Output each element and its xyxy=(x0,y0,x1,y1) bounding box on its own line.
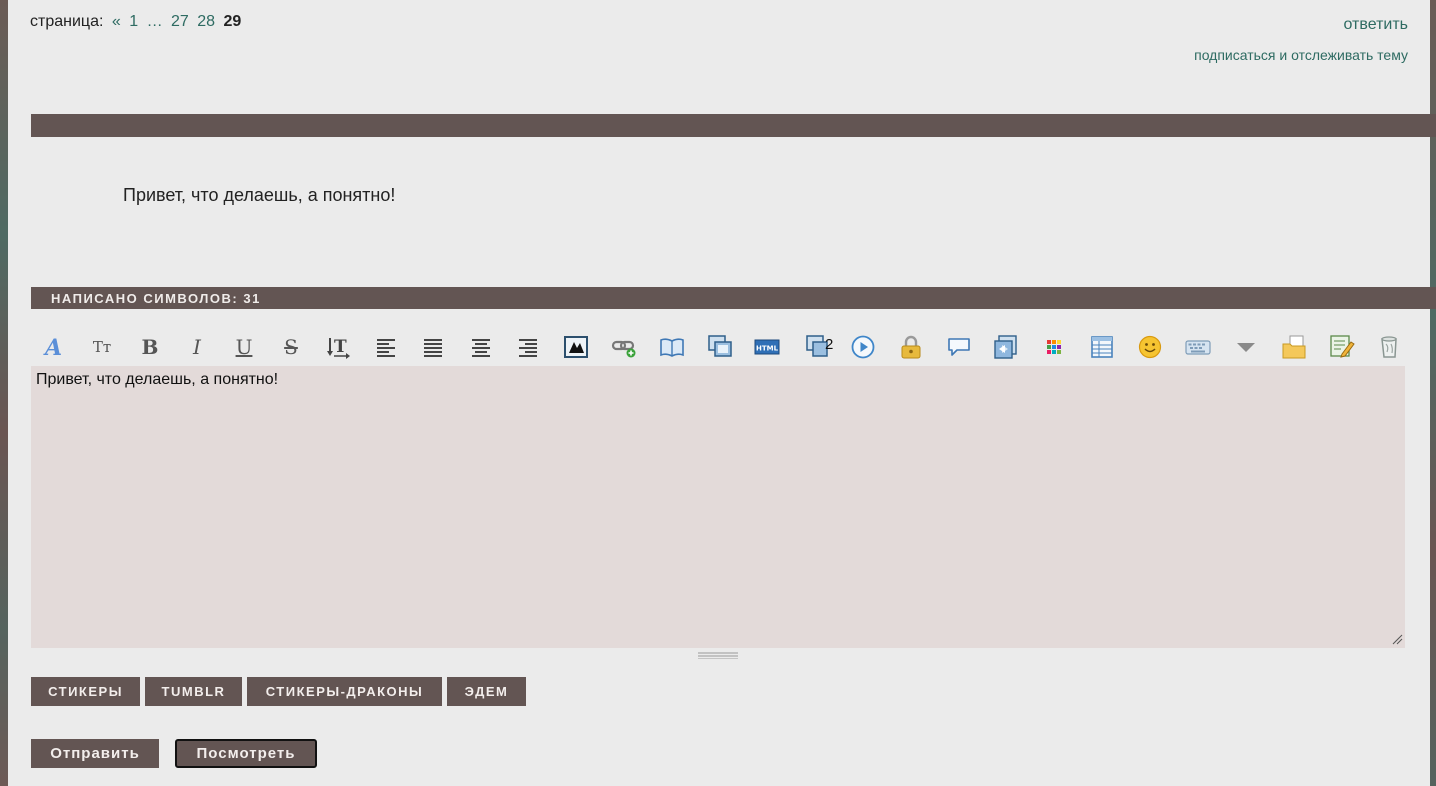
pagination-page-27[interactable]: 27 xyxy=(171,13,189,30)
spoiler-button[interactable] xyxy=(991,330,1021,364)
edem-tab-button[interactable]: ЭДЕМ xyxy=(447,677,526,706)
table-icon xyxy=(1091,336,1113,358)
speech-bubble-icon xyxy=(948,338,970,356)
clear-formatting-button[interactable] xyxy=(1375,330,1405,364)
chevron-down-icon xyxy=(1237,343,1255,352)
svg-text:HTML: HTML xyxy=(756,345,779,353)
font-size-button[interactable]: Tт xyxy=(87,330,117,364)
lock-icon xyxy=(901,335,921,359)
underline-button[interactable]: U xyxy=(229,330,259,364)
image-icon xyxy=(564,336,588,358)
character-counter-label: НАПИСАНО СИМВОЛОВ: 31 xyxy=(51,291,261,306)
book-icon xyxy=(660,338,684,357)
tumblr-tab-button[interactable]: TUMBLR xyxy=(145,677,242,706)
forum-page: страница: « 1 … 27 28 29 ответить подпис… xyxy=(8,0,1436,786)
folder-icon xyxy=(1282,335,1306,359)
pagination-label: страница: xyxy=(30,13,104,30)
send-button[interactable]: Отправить xyxy=(31,739,159,768)
message-textarea[interactable] xyxy=(31,366,1405,648)
dragon-stickers-tab-button[interactable]: СТИКЕРЫ-ДРАКОНЫ xyxy=(247,677,442,706)
character-counter-bar: НАПИСАНО СИМВОЛОВ: 31 xyxy=(31,287,1436,309)
smilies-button[interactable] xyxy=(1135,330,1165,364)
preview-header-bar xyxy=(31,114,1436,137)
edit-button[interactable] xyxy=(1327,330,1357,364)
bold-icon: B xyxy=(141,335,159,359)
line-height-icon: T xyxy=(327,337,350,359)
pagination: страница: « 1 … 27 28 29 xyxy=(30,13,241,31)
speech-button[interactable] xyxy=(944,330,974,364)
svg-text:A: A xyxy=(43,335,62,360)
font-color-button[interactable]: A xyxy=(39,330,69,364)
html-icon: HTML xyxy=(754,339,780,355)
smiley-icon xyxy=(1138,335,1162,359)
svg-text:T: T xyxy=(334,337,347,357)
preview-button[interactable]: Посмотреть xyxy=(175,739,317,768)
bold-button[interactable]: B xyxy=(135,330,165,364)
align-left-icon xyxy=(377,339,395,357)
windows-icon xyxy=(708,335,732,357)
quote-button[interactable] xyxy=(657,330,687,364)
strikethrough-icon: S xyxy=(284,335,298,359)
pagination-page-28[interactable]: 28 xyxy=(197,13,215,30)
code-block-2-badge: 2 xyxy=(825,336,834,353)
align-center-icon xyxy=(472,339,490,357)
code-block-2-button[interactable]: 2 xyxy=(800,330,836,364)
align-left-button[interactable] xyxy=(371,330,401,364)
pagination-current-page: 29 xyxy=(223,13,242,30)
code-block-button[interactable] xyxy=(705,330,735,364)
subscribe-link[interactable]: подписаться и отслеживать тему xyxy=(1194,47,1408,63)
pagination-ellipsis: … xyxy=(146,13,163,30)
link-icon xyxy=(611,340,636,358)
hide-content-button[interactable] xyxy=(896,330,926,364)
textarea-resize-grip-icon[interactable] xyxy=(698,651,738,659)
pagination-page-first[interactable]: 1 xyxy=(129,13,138,30)
keyboard-button[interactable] xyxy=(1183,330,1213,364)
table-button[interactable] xyxy=(1087,330,1117,364)
color-palette-button[interactable] xyxy=(1039,330,1069,364)
color-palette-icon xyxy=(1047,340,1061,354)
line-height-button[interactable]: T xyxy=(324,330,354,364)
insert-link-button[interactable] xyxy=(609,330,639,364)
page-border-left xyxy=(0,0,8,786)
play-icon xyxy=(851,335,875,359)
html-button[interactable]: HTML xyxy=(752,330,782,364)
font-color-icon: A xyxy=(43,335,62,360)
reply-link[interactable]: ответить xyxy=(1344,16,1409,34)
underline-icon: U xyxy=(235,335,253,359)
align-center-button[interactable] xyxy=(466,330,496,364)
eraser-icon xyxy=(1381,336,1397,358)
textarea-resize-handle-icon[interactable] xyxy=(1391,633,1403,645)
upload-file-button[interactable] xyxy=(1279,330,1309,364)
editor-toolbar: A Tт B I U S T HTML 2 xyxy=(31,330,1406,364)
align-justify-button[interactable] xyxy=(418,330,448,364)
italic-icon: I xyxy=(193,335,201,359)
strikethrough-button[interactable]: S xyxy=(276,330,306,364)
italic-button[interactable]: I xyxy=(182,330,212,364)
stickers-tab-button[interactable]: СТИКЕРЫ xyxy=(31,677,140,706)
align-right-icon xyxy=(519,339,537,357)
align-right-button[interactable] xyxy=(513,330,543,364)
pagination-prev-link[interactable]: « xyxy=(112,13,121,30)
spoiler-icon xyxy=(994,335,1017,359)
keyboard-icon xyxy=(1185,340,1211,355)
video-button[interactable] xyxy=(848,330,878,364)
more-dropdown-button[interactable] xyxy=(1231,330,1261,364)
insert-image-button[interactable] xyxy=(561,330,591,364)
preview-message-text: Привет, что делаешь, а понятно! xyxy=(123,185,396,205)
align-justify-icon xyxy=(424,339,442,357)
font-size-icon: Tт xyxy=(92,337,112,356)
edit-pencil-icon xyxy=(1330,335,1355,358)
